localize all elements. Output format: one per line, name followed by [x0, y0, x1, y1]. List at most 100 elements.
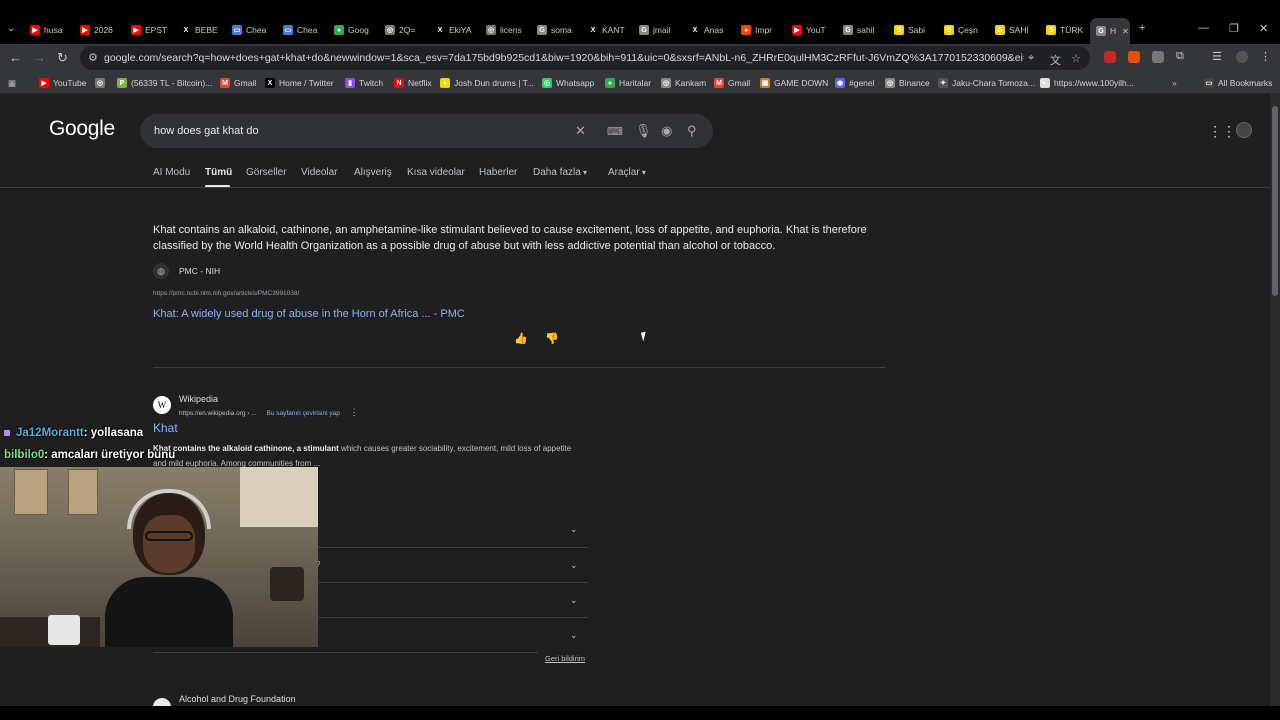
- close-tab-icon[interactable]: ✕: [1122, 27, 1129, 36]
- tab-search-chevron-icon[interactable]: ⌄: [7, 23, 15, 34]
- google-logo[interactable]: Google: [49, 117, 115, 141]
- chevron-down-icon[interactable]: ⌄: [570, 630, 578, 641]
- address-url[interactable]: google.com/search?q=how+does+gat+khat+do…: [104, 52, 1024, 64]
- featured-source-url[interactable]: https://pmc.ncbi.nlm.nih.gov/articles/PM…: [153, 290, 299, 297]
- result-site-name[interactable]: Wikipedia: [179, 394, 218, 404]
- media-control-icon[interactable]: ☰: [1212, 50, 1222, 63]
- search-nav-tab[interactable]: Kısa videolar: [407, 167, 465, 178]
- browser-tab[interactable]: X EkiYA: [435, 21, 481, 39]
- bookmark-item[interactable]: ◎ Whatsapp: [542, 76, 594, 90]
- browser-tab[interactable]: ◎ licens: [486, 21, 532, 39]
- search-nav-tab[interactable]: Haberler: [479, 167, 517, 178]
- more-options-icon[interactable]: ⋮: [350, 407, 359, 417]
- browser-tab[interactable]: ◎ 2Q=: [385, 21, 431, 39]
- browser-tab[interactable]: ▶ husa: [30, 21, 76, 39]
- avatar[interactable]: [1236, 122, 1252, 138]
- forward-icon[interactable]: →: [33, 50, 46, 65]
- browser-tab[interactable]: ▶ EPST: [131, 21, 177, 39]
- translate-link[interactable]: Bu sayfanın çevirisini yap: [267, 410, 340, 417]
- bookmark-item[interactable]: ◉ #genel: [835, 76, 875, 90]
- bookmark-item[interactable]: ◎ Kankam: [661, 76, 706, 90]
- close-window-button[interactable]: ✕: [1259, 22, 1268, 35]
- browser-tab[interactable]: X Anas: [690, 21, 736, 39]
- extensions-puzzle-icon[interactable]: ⧉: [1176, 50, 1184, 63]
- next-result-site-name[interactable]: Alcohol and Drug Foundation: [179, 694, 296, 704]
- search-nav-tab[interactable]: Videolar: [301, 167, 338, 178]
- all-bookmarks[interactable]: ▭ All Bookmarks: [1204, 76, 1272, 90]
- scrollbar[interactable]: [1270, 94, 1280, 720]
- browser-tab[interactable]: ▭ Chea: [283, 21, 329, 39]
- bookmark-item[interactable]: P (56339 TL - Bitcoin)...: [117, 76, 212, 90]
- search-nav-tab[interactable]: Görseller: [246, 167, 287, 178]
- browser-tab[interactable]: ▶ YouT: [792, 21, 838, 39]
- bookmark-item[interactable]: ◎ Binance: [885, 76, 930, 90]
- location-icon[interactable]: ⌖: [1028, 52, 1034, 65]
- thumbs-down-icon[interactable]: 👎: [545, 332, 559, 345]
- browser-tab[interactable]: S Sabi: [894, 21, 940, 39]
- browser-tab[interactable]: Gjmail: [639, 21, 685, 39]
- back-icon[interactable]: ←: [9, 50, 22, 65]
- browser-tab[interactable]: G H ✕: [1090, 18, 1130, 44]
- browser-tab[interactable]: ● Impr: [741, 21, 787, 39]
- bookmark-item[interactable]: ◐ https://www.100yilh...: [1040, 76, 1134, 90]
- lens-camera-icon[interactable]: ◉: [661, 123, 672, 139]
- more-bookmarks-icon[interactable]: »: [1172, 76, 1177, 90]
- bookmark-item[interactable]: ▮ Twitch: [345, 76, 383, 90]
- search-icon[interactable]: ⚲: [687, 123, 697, 139]
- bookmark-item[interactable]: ● Haritalar: [605, 76, 651, 90]
- browser-tab[interactable]: S Çeşn: [944, 21, 990, 39]
- thumbs-up-icon[interactable]: 👍: [514, 332, 528, 345]
- browser-tab[interactable]: Gsoma: [537, 21, 583, 39]
- search-box[interactable]: how does gat khat do ✕ ⌨ 🎙 ◉ ⚲: [140, 114, 713, 148]
- bookmark-item[interactable]: ◎: [95, 76, 109, 90]
- scrollbar-thumb[interactable]: [1272, 106, 1278, 296]
- bookmark-item[interactable]: X Home / Twitter: [265, 76, 334, 90]
- browser-tab[interactable]: X KANT: [588, 21, 634, 39]
- extension-icon[interactable]: [1152, 51, 1164, 63]
- bookmark-item[interactable]: ● Josh Dun drums | T...: [440, 76, 534, 90]
- featured-link[interactable]: Khat: A widely used drug of abuse in the…: [153, 308, 465, 320]
- browser-tab[interactable]: S TÜRK: [1046, 21, 1092, 39]
- search-nav-tab[interactable]: AI Modu: [153, 167, 190, 178]
- chevron-down-icon[interactable]: ⌄: [570, 595, 578, 606]
- search-input[interactable]: how does gat khat do: [154, 125, 259, 137]
- result-url[interactable]: https://en.wikipedia.org › ... Bu sayfan…: [179, 407, 359, 418]
- restore-button[interactable]: ❐: [1229, 22, 1239, 35]
- bookmark-item[interactable]: M Gmail: [714, 76, 750, 90]
- reload-icon[interactable]: ↻: [57, 50, 68, 66]
- clear-icon[interactable]: ✕: [575, 123, 586, 139]
- bookmark-item[interactable]: ✦ Jaku-Chara Tomoza...: [938, 76, 1035, 90]
- browser-tab[interactable]: X BEBE: [181, 21, 227, 39]
- chevron-down-icon[interactable]: ⌄: [570, 524, 578, 535]
- browser-tab[interactable]: ▶ 2026: [80, 21, 126, 39]
- bookmark-item[interactable]: ▶ YouTube: [39, 76, 86, 90]
- browser-tab[interactable]: ● Goog: [334, 21, 380, 39]
- bookmark-item[interactable]: ▣ GAME DOWN: [760, 76, 828, 90]
- bookmark-item[interactable]: N Netflix: [394, 76, 432, 90]
- browser-tab[interactable]: S SAHİ: [995, 21, 1041, 39]
- address-bar[interactable]: ⚙ google.com/search?q=how+does+gat+khat+…: [80, 46, 1090, 70]
- browser-tab[interactable]: Gsahil: [843, 21, 889, 39]
- search-nav-tab[interactable]: Araçlar ▾: [608, 167, 646, 178]
- feedback-link[interactable]: Geri bildirim: [545, 654, 585, 663]
- extension-icon[interactable]: [1128, 51, 1140, 63]
- extension-icon[interactable]: [1104, 51, 1116, 63]
- minimize-button[interactable]: —: [1198, 22, 1209, 34]
- search-nav-tab[interactable]: Daha fazla ▾: [533, 167, 587, 178]
- chevron-down-icon[interactable]: ⌄: [570, 560, 578, 571]
- profile-icon[interactable]: [1236, 51, 1248, 63]
- bookmark-item[interactable]: M Gmail: [220, 76, 256, 90]
- menu-kebab-icon[interactable]: ⋮: [1260, 50, 1271, 63]
- new-tab-button[interactable]: +: [1139, 22, 1145, 34]
- result-title[interactable]: Khat: [153, 421, 178, 435]
- featured-source[interactable]: ◍ PMC - NIH: [153, 263, 220, 279]
- apps-grid-icon[interactable]: ▦: [8, 76, 16, 90]
- browser-tab[interactable]: ▭ Chea: [232, 21, 278, 39]
- bookmark-star-icon[interactable]: ☆: [1071, 52, 1081, 65]
- microphone-icon[interactable]: 🎙: [635, 123, 652, 139]
- search-nav-tab[interactable]: Tümü: [205, 167, 232, 178]
- search-nav-tab[interactable]: Alışveriş: [354, 167, 392, 178]
- translate-icon[interactable]: 文: [1050, 52, 1061, 68]
- site-info-icon[interactable]: ⚙: [88, 51, 98, 64]
- keyboard-icon[interactable]: ⌨: [607, 125, 623, 138]
